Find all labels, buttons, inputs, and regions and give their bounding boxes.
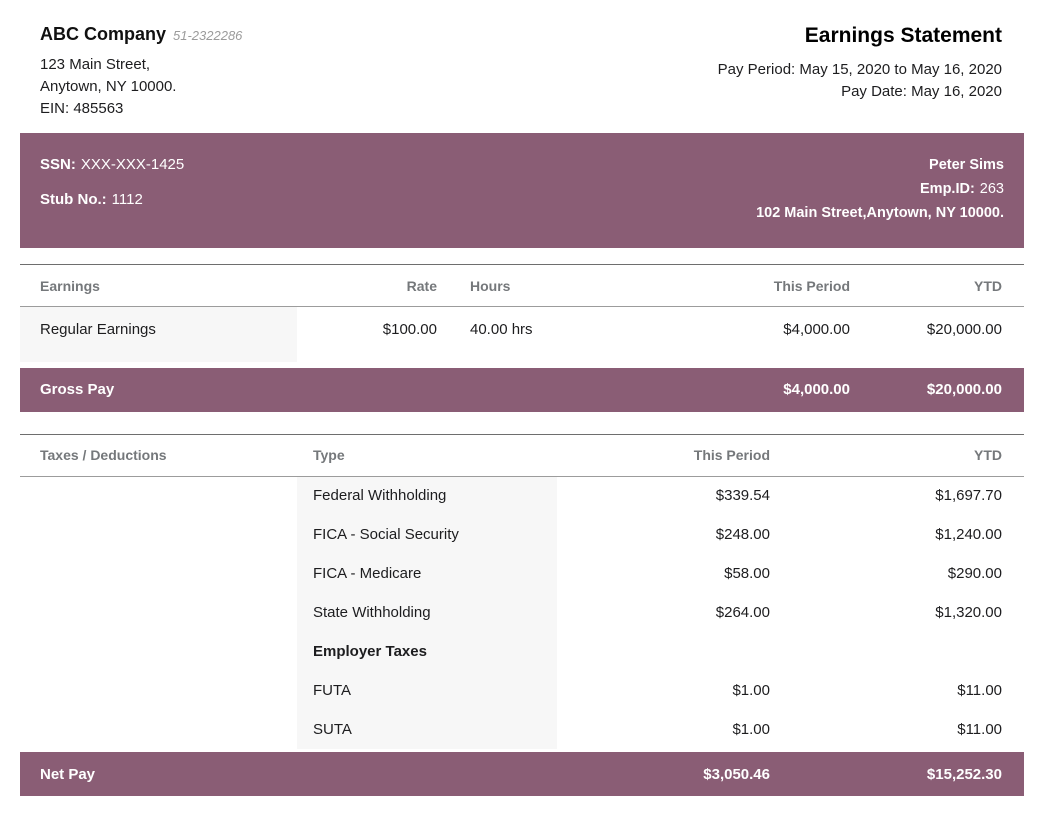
tax-ytd: $290.00 xyxy=(790,554,1024,593)
this-period-col-header: This Period xyxy=(588,265,870,307)
stub-number: Stub No.: 1112 xyxy=(40,191,184,208)
pay-period: Pay Period: May 15, 2020 to May 16, 2020 xyxy=(718,59,1002,81)
company-tax-id: 51-2322286 xyxy=(173,28,242,43)
tax-ytd: $11.00 xyxy=(790,671,1024,710)
tax-this-period: $248.00 xyxy=(557,515,790,554)
taxes-header-row: Taxes / Deductions Type This Period YTD xyxy=(20,434,1024,476)
tax-ytd: $1,697.70 xyxy=(790,476,1024,515)
earnings-header-row: Earnings Rate Hours This Period YTD xyxy=(20,265,1024,307)
tax-type: FICA - Medicare xyxy=(297,554,557,593)
taxes-section: Taxes / Deductions Type This Period YTD … xyxy=(20,434,1024,797)
tax-this-period: $264.00 xyxy=(557,593,790,632)
pay-date: Pay Date: May 16, 2020 xyxy=(718,81,1002,103)
net-pay-ytd: $15,252.30 xyxy=(790,752,1024,796)
tax-row-state-withholding: State Withholding $264.00 $1,320.00 xyxy=(20,593,1024,632)
earnings-row-name: Regular Earnings xyxy=(20,307,297,362)
tax-row-federal-withholding: Federal Withholding $339.54 $1,697.70 xyxy=(20,476,1024,515)
earnings-row: Regular Earnings $100.00 40.00 hrs $4,00… xyxy=(20,307,1024,362)
tax-row-fica-medicare: FICA - Medicare $58.00 $290.00 xyxy=(20,554,1024,593)
employee-ssn: SSN: XXX-XXX-1425 xyxy=(40,156,184,173)
taxes-col-header: Taxes / Deductions xyxy=(20,434,297,476)
tax-this-period: $1.00 xyxy=(557,671,790,710)
company-address-line-1: 123 Main Street, xyxy=(40,54,242,76)
rate-col-header: Rate xyxy=(297,265,438,307)
tax-type: FUTA xyxy=(297,671,557,710)
earnings-row-this-period: $4,000.00 xyxy=(588,307,870,362)
tax-this-period xyxy=(557,632,790,671)
hours-col-header: Hours xyxy=(438,265,588,307)
tax-this-period: $58.00 xyxy=(557,554,790,593)
earnings-statement-page: ABC Company 51-2322286 123 Main Street, A… xyxy=(0,0,1044,796)
taxes-this-period-col-header: This Period xyxy=(557,434,790,476)
employee-band: SSN: XXX-XXX-1425 Stub No.: 1112 Peter Sim… xyxy=(20,133,1024,248)
taxes-table: Taxes / Deductions Type This Period YTD … xyxy=(20,434,1024,797)
tax-row-suta: SUTA $1.00 $11.00 xyxy=(20,710,1024,749)
gross-pay-ytd: $20,000.00 xyxy=(870,368,1024,412)
tax-type: SUTA xyxy=(297,710,557,749)
tax-row-futa: FUTA $1.00 $11.00 xyxy=(20,671,1024,710)
tax-ytd xyxy=(790,632,1024,671)
earnings-row-rate: $100.00 xyxy=(297,307,438,362)
employee-ids: SSN: XXX-XXX-1425 Stub No.: 1112 xyxy=(40,156,184,248)
tax-ytd: $1,320.00 xyxy=(790,593,1024,632)
employee-address: 102 Main Street,Anytown, NY 10000. xyxy=(756,205,1004,221)
tax-ytd: $11.00 xyxy=(790,710,1024,749)
company-address-line-2: Anytown, NY 10000. xyxy=(40,76,242,98)
tax-row-employer-taxes: Employer Taxes xyxy=(20,632,1024,671)
tax-type: Federal Withholding xyxy=(297,476,557,515)
company-name: ABC Company 51-2322286 xyxy=(40,24,242,45)
earnings-row-ytd: $20,000.00 xyxy=(870,307,1024,362)
ssn-label: SSN: xyxy=(40,156,76,173)
net-pay-label: Net Pay xyxy=(20,752,297,796)
company-name-text: ABC Company xyxy=(40,24,166,44)
net-pay-row: Net Pay $3,050.46 $15,252.30 xyxy=(20,752,1024,796)
employee-details: Peter Sims Emp.ID: 263 102 Main Street,An… xyxy=(756,156,1004,248)
gross-pay-label: Gross Pay xyxy=(20,368,297,412)
ytd-col-header: YTD xyxy=(870,265,1024,307)
tax-this-period: $339.54 xyxy=(557,476,790,515)
company-info: ABC Company 51-2322286 123 Main Street, A… xyxy=(40,24,242,120)
emp-id-value: 263 xyxy=(980,181,1004,197)
stub-value: 1112 xyxy=(112,191,143,208)
earnings-table: Earnings Rate Hours This Period YTD Regu… xyxy=(20,264,1024,412)
earnings-col-header: Earnings xyxy=(20,265,297,307)
tax-this-period: $1.00 xyxy=(557,710,790,749)
employee-name: Peter Sims xyxy=(756,157,1004,173)
gross-pay-this-period: $4,000.00 xyxy=(588,368,870,412)
tax-type: State Withholding xyxy=(297,593,557,632)
net-pay-this-period: $3,050.46 xyxy=(557,752,790,796)
tax-type: Employer Taxes xyxy=(297,632,557,671)
tax-row-fica-social-security: FICA - Social Security $248.00 $1,240.00 xyxy=(20,515,1024,554)
statement-title: Earnings Statement xyxy=(718,24,1002,48)
earnings-section: Earnings Rate Hours This Period YTD Regu… xyxy=(20,264,1024,412)
type-col-header: Type xyxy=(297,434,557,476)
earnings-row-hours: 40.00 hrs xyxy=(438,307,588,362)
ssn-value: XXX-XXX-1425 xyxy=(81,156,184,173)
taxes-ytd-col-header: YTD xyxy=(790,434,1024,476)
employee-id: Emp.ID: 263 xyxy=(756,181,1004,197)
statement-info: Earnings Statement Pay Period: May 15, 2… xyxy=(718,24,1002,120)
company-ein: EIN: 485563 xyxy=(40,98,242,120)
tax-type: FICA - Social Security xyxy=(297,515,557,554)
stub-label: Stub No.: xyxy=(40,191,107,208)
tax-ytd: $1,240.00 xyxy=(790,515,1024,554)
emp-id-label: Emp.ID: xyxy=(920,181,975,197)
gross-pay-row: Gross Pay $4,000.00 $20,000.00 xyxy=(20,368,1024,412)
document-header: ABC Company 51-2322286 123 Main Street, A… xyxy=(20,22,1024,120)
